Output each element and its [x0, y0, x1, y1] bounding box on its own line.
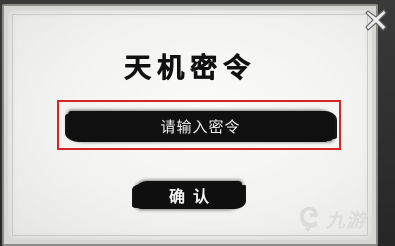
watermark: 九游: [296, 204, 366, 234]
dialog-title: 天机密令: [124, 53, 256, 84]
watermark-text: 九游: [326, 209, 367, 232]
confirm-button[interactable]: 确认: [136, 181, 242, 209]
secret-code-input[interactable]: 请输入密令: [68, 111, 333, 141]
close-icon[interactable]: [362, 6, 390, 34]
jiuyou-logo-icon: [300, 206, 318, 233]
game-screen: 天机密令 请输入密令 确认 九游: [0, 0, 395, 246]
